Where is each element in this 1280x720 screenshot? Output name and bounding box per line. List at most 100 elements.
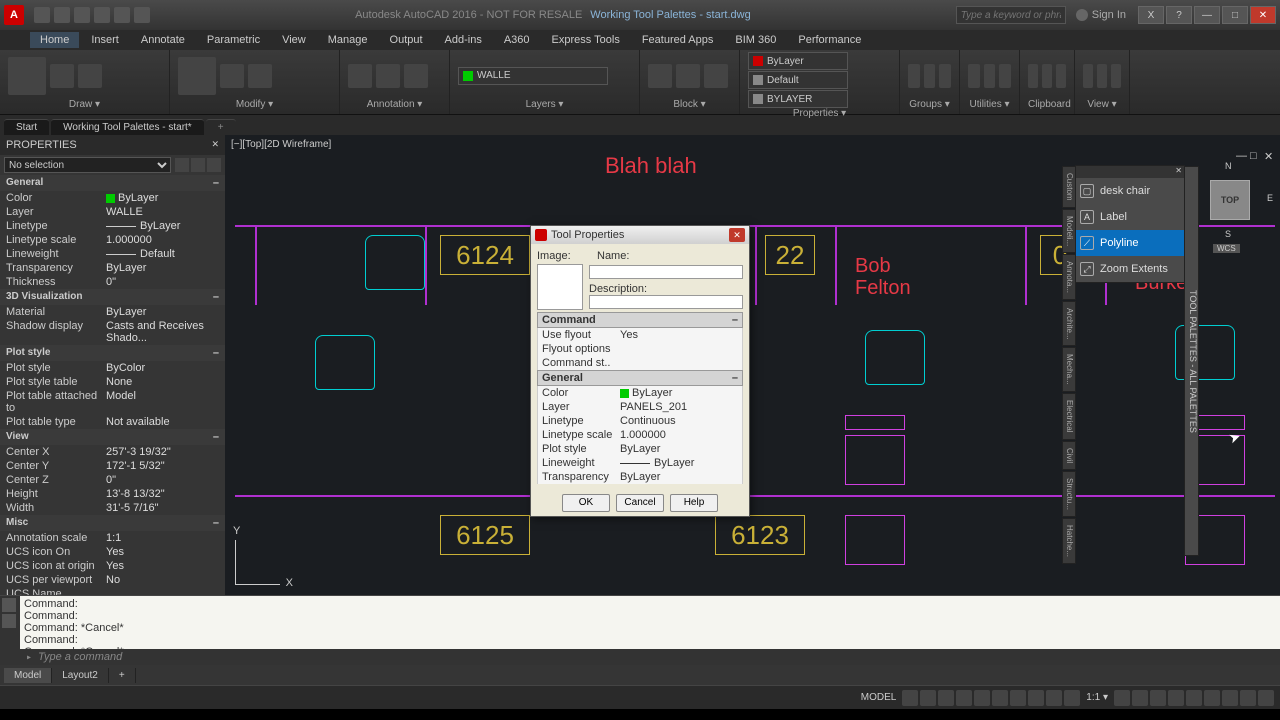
maximize-button[interactable]: □ bbox=[1222, 6, 1248, 24]
signin-button[interactable]: Sign In bbox=[1076, 9, 1126, 21]
property-row[interactable]: ColorByLayer bbox=[0, 191, 225, 205]
dialog-property-row[interactable]: Use flyoutYes bbox=[537, 328, 743, 342]
ribbon-tab-featuredapps[interactable]: Featured Apps bbox=[632, 32, 724, 48]
ribbon-panel-label[interactable]: Utilities ▾ bbox=[968, 99, 1011, 112]
qat-new-icon[interactable] bbox=[34, 7, 50, 23]
clean-screen-icon[interactable] bbox=[1240, 690, 1256, 706]
ribbon-button[interactable] bbox=[178, 57, 216, 95]
customize-icon[interactable] bbox=[1258, 690, 1274, 706]
ribbon-button[interactable] bbox=[376, 64, 400, 88]
property-row[interactable]: LayerWALLE bbox=[0, 205, 225, 219]
ribbon-button[interactable] bbox=[704, 64, 728, 88]
document-tab[interactable]: + bbox=[206, 119, 236, 135]
property-row[interactable]: Plot table attached toModel bbox=[0, 389, 225, 415]
palette-tab[interactable]: Modeli... bbox=[1062, 209, 1076, 253]
app-icon[interactable]: A bbox=[4, 5, 24, 25]
minimize-button[interactable]: — bbox=[1194, 6, 1220, 24]
ribbon-button[interactable] bbox=[404, 64, 428, 88]
tool-description-input[interactable] bbox=[589, 295, 743, 309]
ribbon-button[interactable] bbox=[999, 64, 1011, 88]
selection-dropdown[interactable]: No selection bbox=[4, 157, 171, 173]
layout-tab[interactable]: Layout2 bbox=[52, 668, 109, 683]
ribbon-panel-label[interactable]: Draw ▾ bbox=[8, 99, 161, 112]
ribbon-tab-expresstools[interactable]: Express Tools bbox=[542, 32, 630, 48]
lineweight-icon[interactable] bbox=[1028, 690, 1044, 706]
vp-close-icon[interactable]: ✕ bbox=[1264, 150, 1276, 162]
ribbon-button[interactable] bbox=[1028, 64, 1038, 88]
property-dropdown[interactable]: ByLayer bbox=[748, 52, 848, 70]
property-row[interactable]: Plot styleByColor bbox=[0, 361, 225, 375]
palette-tool-label[interactable]: ALabel bbox=[1076, 204, 1184, 230]
dialog-property-row[interactable]: LinetypeContinuous bbox=[537, 414, 743, 428]
ribbon-panel-label[interactable]: Groups ▾ bbox=[908, 99, 951, 112]
transparency-icon[interactable] bbox=[1046, 690, 1062, 706]
polar-icon[interactable] bbox=[956, 690, 972, 706]
property-row[interactable]: Linetype scale1.000000 bbox=[0, 233, 225, 247]
palette-tab[interactable]: Electrical bbox=[1062, 393, 1076, 439]
help-search-input[interactable] bbox=[956, 6, 1066, 24]
ribbon-button[interactable] bbox=[220, 64, 244, 88]
property-dropdown[interactable]: BYLAYER bbox=[748, 90, 848, 108]
qat-undo-icon[interactable] bbox=[94, 7, 110, 23]
palette-tab[interactable]: Annota... bbox=[1062, 254, 1076, 300]
qat-open-icon[interactable] bbox=[54, 7, 70, 23]
osnap-icon[interactable] bbox=[974, 690, 990, 706]
selectobj-icon[interactable] bbox=[207, 158, 221, 172]
layout-tab[interactable]: + bbox=[109, 668, 136, 683]
property-dropdown[interactable]: Default bbox=[748, 71, 848, 89]
ribbon-tab-a360[interactable]: A360 bbox=[494, 32, 540, 48]
dialog-property-row[interactable]: Flyout options bbox=[537, 342, 743, 356]
ribbon-button[interactable] bbox=[1097, 64, 1107, 88]
ribbon-tab-parametric[interactable]: Parametric bbox=[197, 32, 270, 48]
palette-tab[interactable]: Archite... bbox=[1062, 301, 1076, 347]
property-row[interactable]: UCS per viewportNo bbox=[0, 573, 225, 587]
property-row[interactable]: UCS icon OnYes bbox=[0, 545, 225, 559]
palette-tab[interactable]: Custom bbox=[1062, 166, 1076, 208]
help-icon[interactable]: ? bbox=[1166, 6, 1192, 24]
dialog-property-row[interactable]: LineweightByLayer bbox=[537, 456, 743, 470]
palette-tab[interactable]: Hatche... bbox=[1062, 518, 1076, 564]
ribbon-button[interactable] bbox=[1042, 64, 1052, 88]
viewport-label[interactable]: [−][Top][2D Wireframe] bbox=[231, 139, 331, 150]
dialog-property-row[interactable]: ColorByLayer bbox=[537, 386, 743, 400]
layer-dropdown[interactable]: WALLE bbox=[458, 67, 608, 85]
quick-props-icon[interactable] bbox=[1168, 690, 1184, 706]
ribbon-button[interactable] bbox=[968, 64, 980, 88]
ribbon-panel-label[interactable]: Layers ▾ bbox=[458, 99, 631, 112]
ribbon-tab-add-ins[interactable]: Add-ins bbox=[435, 32, 492, 48]
ribbon-panel-label[interactable]: View ▾ bbox=[1083, 99, 1121, 112]
ribbon-tab-insert[interactable]: Insert bbox=[81, 32, 129, 48]
tool-name-input[interactable] bbox=[589, 265, 743, 279]
property-row[interactable]: UCS Name bbox=[0, 587, 225, 595]
otrack-icon[interactable] bbox=[992, 690, 1008, 706]
anno-scale[interactable]: 1:1 ▾ bbox=[1082, 692, 1112, 703]
cycling-icon[interactable] bbox=[1064, 690, 1080, 706]
property-row[interactable]: Plot table typeNot available bbox=[0, 415, 225, 429]
ribbon-tab-home[interactable]: Home bbox=[30, 32, 79, 48]
palette-title-bar[interactable]: TOOL PALETTES - ALL PALETTES bbox=[1184, 166, 1199, 556]
property-row[interactable]: Center Y172'-1 5/32" bbox=[0, 459, 225, 473]
qat-save-icon[interactable] bbox=[74, 7, 90, 23]
property-row[interactable]: Center X257'-3 19/32" bbox=[0, 445, 225, 459]
property-group-header[interactable]: Plot style– bbox=[0, 345, 225, 361]
exchange-icon[interactable]: X bbox=[1138, 6, 1164, 24]
ribbon-panel-label[interactable]: Clipboard bbox=[1028, 99, 1066, 112]
vp-min-icon[interactable]: — bbox=[1236, 150, 1248, 162]
dialog-property-row[interactable]: Plot styleByLayer bbox=[537, 442, 743, 456]
property-row[interactable]: Annotation scale1:1 bbox=[0, 531, 225, 545]
property-row[interactable]: LineweightDefault bbox=[0, 247, 225, 261]
property-row[interactable]: UCS icon at originYes bbox=[0, 559, 225, 573]
document-tab[interactable]: Working Tool Palettes - start* bbox=[51, 119, 204, 135]
palette-tool-polyline[interactable]: ⟋Polyline bbox=[1076, 230, 1184, 256]
property-row[interactable]: Plot style tableNone bbox=[0, 375, 225, 389]
property-row[interactable]: Width31'-5 7/16" bbox=[0, 501, 225, 515]
ribbon-panel-label[interactable]: Modify ▾ bbox=[178, 99, 331, 112]
command-line-input[interactable]: ▸ Type a command bbox=[20, 649, 1280, 665]
help-button[interactable]: Help bbox=[670, 494, 718, 512]
ribbon-tab-manage[interactable]: Manage bbox=[318, 32, 378, 48]
ribbon-button[interactable] bbox=[984, 64, 996, 88]
vp-max-icon[interactable]: □ bbox=[1250, 150, 1262, 162]
ribbon-panel-label[interactable]: Annotation ▾ bbox=[348, 99, 441, 112]
palette-tab[interactable]: Structu... bbox=[1062, 471, 1076, 517]
dialog-section-header[interactable]: Command– bbox=[537, 312, 743, 328]
